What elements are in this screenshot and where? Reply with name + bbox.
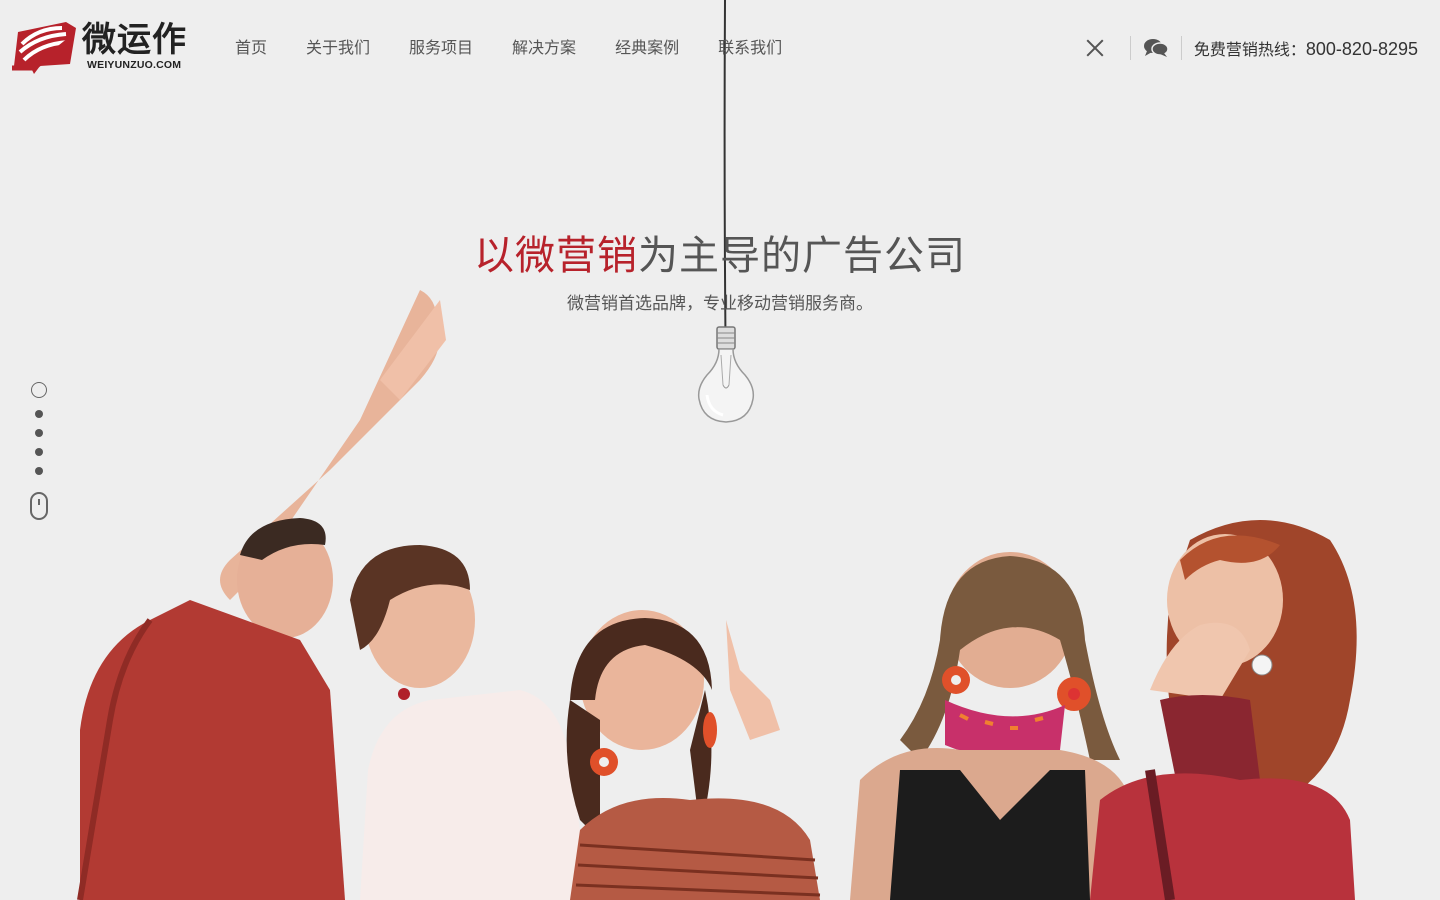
nav-item-solutions[interactable]: 解决方案	[512, 37, 576, 59]
divider	[1180, 36, 1182, 60]
divider	[1129, 36, 1131, 60]
nav-item-about[interactable]: 关于我们	[306, 37, 370, 59]
logo-domain: WEIYUNZUO.COM	[87, 59, 182, 71]
hotline-label: 免费营销热线：	[1193, 40, 1306, 59]
hotline-number[interactable]: 800-820-8295	[1306, 39, 1418, 59]
logo-mark-icon	[12, 22, 76, 74]
nav-item-services[interactable]: 服务项目	[409, 37, 473, 59]
headline-highlight: 以微营销	[474, 233, 638, 279]
logo-name: 微运作	[82, 20, 187, 60]
header-tools: 免费营销热线：800-820-8295	[1084, 30, 1418, 66]
chat-icon[interactable]	[1143, 38, 1169, 58]
hero-people-image	[77, 290, 1357, 900]
nav-item-home[interactable]: 首页	[235, 37, 267, 59]
nav-item-contact[interactable]: 联系我们	[718, 37, 782, 59]
site-header: 微运作 WEIYUNZUO.COM 首页 关于我们 服务项目 解决方案 经典案例…	[0, 0, 1440, 96]
main-nav: 首页 关于我们 服务项目 解决方案 经典案例 联系我们	[235, 37, 821, 59]
close-icon[interactable]	[1084, 37, 1106, 59]
site-logo[interactable]: 微运作 WEIYUNZUO.COM	[10, 18, 195, 76]
hero-headline: 以微营销为主导的广告公司	[0, 228, 1440, 284]
hotline: 免费营销热线：800-820-8295	[1194, 36, 1418, 60]
headline-rest: 为主导的广告公司	[638, 233, 966, 279]
nav-item-cases[interactable]: 经典案例	[615, 37, 679, 59]
